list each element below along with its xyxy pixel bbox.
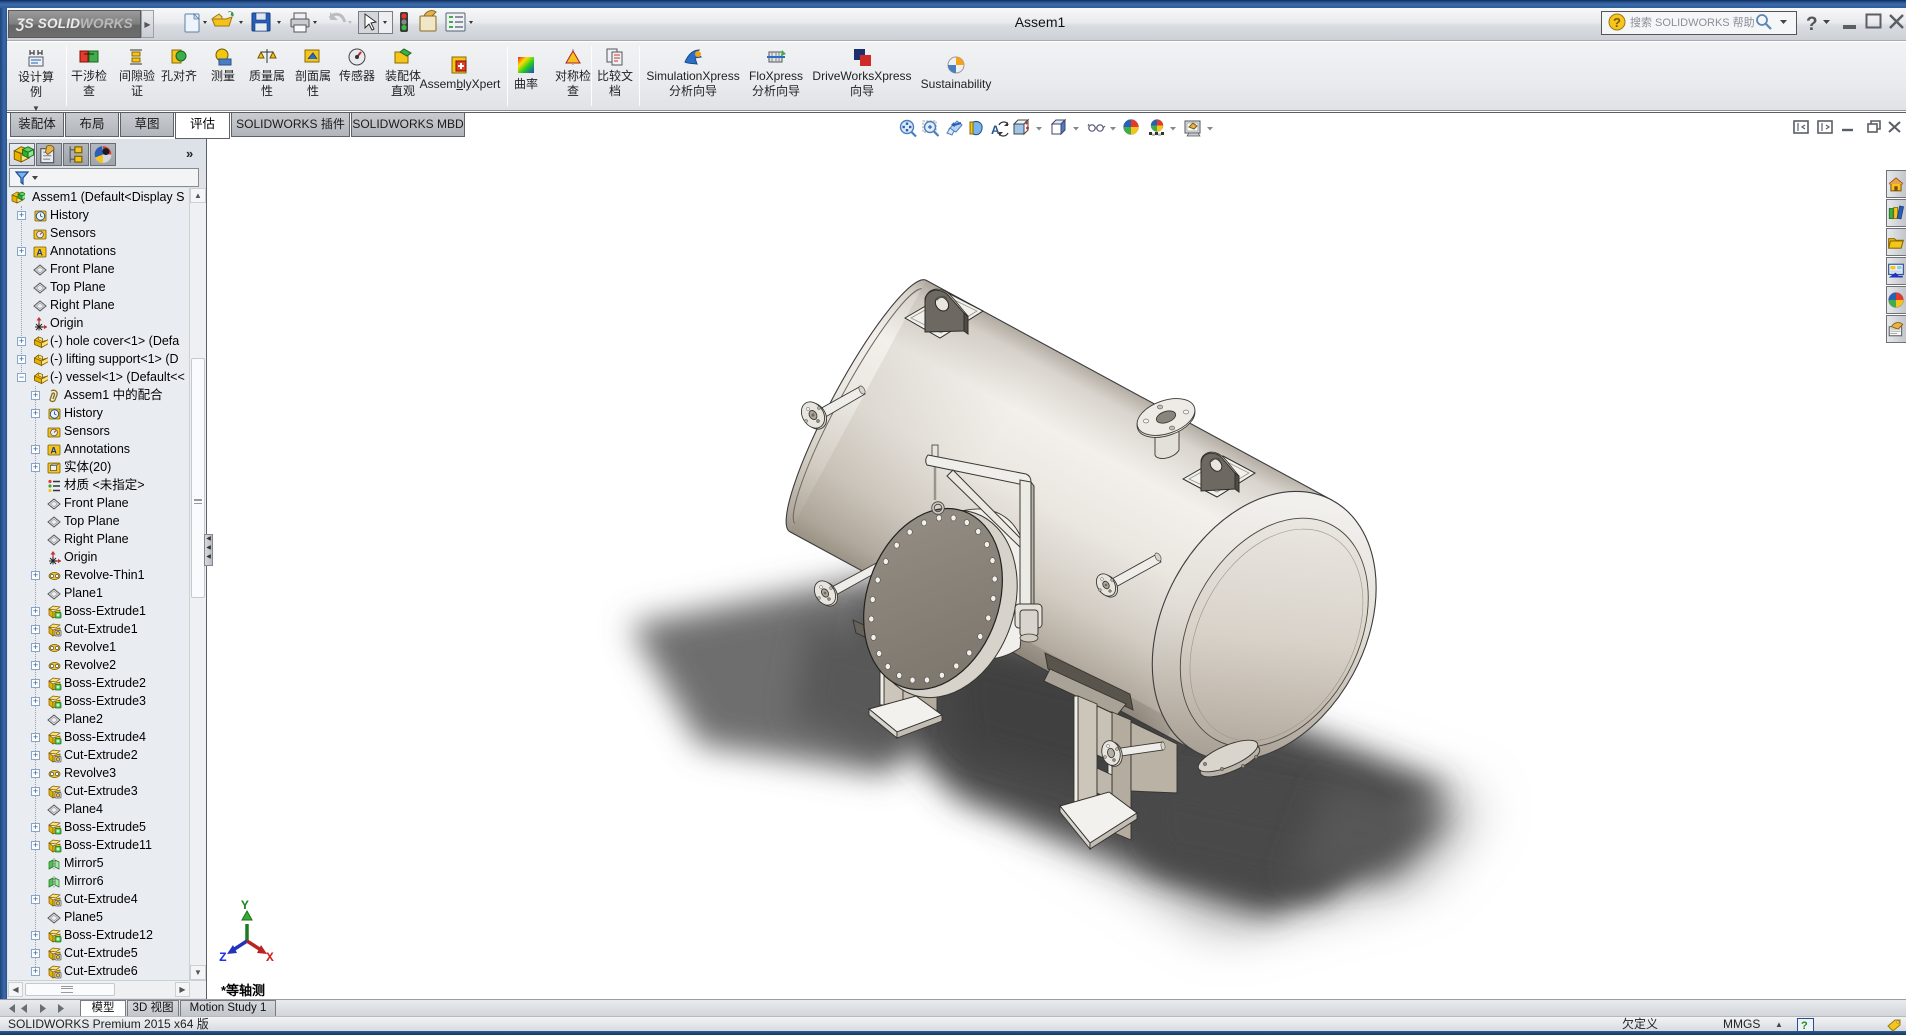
svg-text:A: A — [991, 123, 1000, 137]
svg-text:Y: Y — [241, 898, 249, 913]
svg-text:Z: Z — [219, 950, 227, 965]
svg-text:?: ? — [1801, 1020, 1808, 1032]
svg-text:X: X — [266, 950, 274, 965]
svg-text:*等轴测: *等轴测 — [221, 983, 265, 998]
